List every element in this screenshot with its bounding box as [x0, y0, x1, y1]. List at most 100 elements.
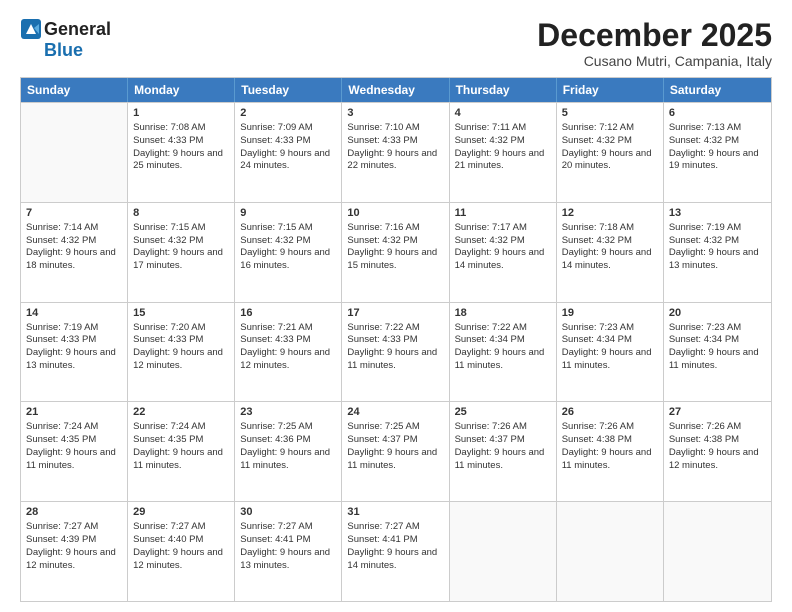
day-number: 2 [240, 106, 336, 121]
sunset: Sunset: 4:33 PM [26, 334, 122, 347]
daylight: Daylight: 9 hours and 12 minutes. [133, 547, 229, 573]
calendar-cell: 13Sunrise: 7:19 AMSunset: 4:32 PMDayligh… [664, 203, 771, 302]
daylight: Daylight: 9 hours and 11 minutes. [347, 347, 443, 373]
daylight: Daylight: 9 hours and 11 minutes. [240, 447, 336, 473]
sunrise: Sunrise: 7:26 AM [669, 421, 766, 434]
sunrise: Sunrise: 7:14 AM [26, 222, 122, 235]
sunset: Sunset: 4:35 PM [133, 434, 229, 447]
calendar-cell: 20Sunrise: 7:23 AMSunset: 4:34 PMDayligh… [664, 303, 771, 402]
calendar-row: 7Sunrise: 7:14 AMSunset: 4:32 PMDaylight… [21, 202, 771, 302]
daylight: Daylight: 9 hours and 25 minutes. [133, 148, 229, 174]
day-header: Wednesday [342, 78, 449, 102]
sunrise: Sunrise: 7:27 AM [133, 521, 229, 534]
sunrise: Sunrise: 7:22 AM [455, 322, 551, 335]
sunrise: Sunrise: 7:25 AM [240, 421, 336, 434]
daylight: Daylight: 9 hours and 11 minutes. [562, 347, 658, 373]
calendar-cell: 26Sunrise: 7:26 AMSunset: 4:38 PMDayligh… [557, 402, 664, 501]
sunrise: Sunrise: 7:11 AM [455, 122, 551, 135]
sunrise: Sunrise: 7:13 AM [669, 122, 766, 135]
sunset: Sunset: 4:32 PM [133, 235, 229, 248]
page: General Blue December 2025 Cusano Mutri,… [0, 0, 792, 612]
sunrise: Sunrise: 7:27 AM [26, 521, 122, 534]
month-title: December 2025 [537, 18, 772, 53]
sunrise: Sunrise: 7:27 AM [347, 521, 443, 534]
day-number: 18 [455, 306, 551, 321]
calendar-cell: 6Sunrise: 7:13 AMSunset: 4:32 PMDaylight… [664, 103, 771, 202]
day-number: 5 [562, 106, 658, 121]
calendar-cell: 11Sunrise: 7:17 AMSunset: 4:32 PMDayligh… [450, 203, 557, 302]
sunrise: Sunrise: 7:22 AM [347, 322, 443, 335]
calendar-header: SundayMondayTuesdayWednesdayThursdayFrid… [21, 78, 771, 102]
daylight: Daylight: 9 hours and 11 minutes. [455, 347, 551, 373]
calendar-cell: 3Sunrise: 7:10 AMSunset: 4:33 PMDaylight… [342, 103, 449, 202]
sunset: Sunset: 4:34 PM [562, 334, 658, 347]
daylight: Daylight: 9 hours and 11 minutes. [669, 347, 766, 373]
title-area: December 2025 Cusano Mutri, Campania, It… [537, 18, 772, 69]
day-number: 21 [26, 405, 122, 420]
calendar-cell: 5Sunrise: 7:12 AMSunset: 4:32 PMDaylight… [557, 103, 664, 202]
day-number: 23 [240, 405, 336, 420]
sunrise: Sunrise: 7:25 AM [347, 421, 443, 434]
calendar-cell: 25Sunrise: 7:26 AMSunset: 4:37 PMDayligh… [450, 402, 557, 501]
daylight: Daylight: 9 hours and 20 minutes. [562, 148, 658, 174]
daylight: Daylight: 9 hours and 18 minutes. [26, 247, 122, 273]
sunrise: Sunrise: 7:18 AM [562, 222, 658, 235]
sunset: Sunset: 4:38 PM [669, 434, 766, 447]
calendar: SundayMondayTuesdayWednesdayThursdayFrid… [20, 77, 772, 602]
sunset: Sunset: 4:39 PM [26, 534, 122, 547]
sunset: Sunset: 4:41 PM [240, 534, 336, 547]
daylight: Daylight: 9 hours and 21 minutes. [455, 148, 551, 174]
sunrise: Sunrise: 7:15 AM [133, 222, 229, 235]
sunrise: Sunrise: 7:19 AM [669, 222, 766, 235]
calendar-cell: 31Sunrise: 7:27 AMSunset: 4:41 PMDayligh… [342, 502, 449, 601]
sunset: Sunset: 4:33 PM [240, 135, 336, 148]
day-number: 25 [455, 405, 551, 420]
daylight: Daylight: 9 hours and 17 minutes. [133, 247, 229, 273]
sunrise: Sunrise: 7:26 AM [455, 421, 551, 434]
calendar-cell [450, 502, 557, 601]
logo-blue: Blue [44, 40, 83, 61]
day-number: 7 [26, 206, 122, 221]
calendar-cell: 14Sunrise: 7:19 AMSunset: 4:33 PMDayligh… [21, 303, 128, 402]
day-number: 15 [133, 306, 229, 321]
day-number: 20 [669, 306, 766, 321]
logo: General Blue [20, 18, 111, 61]
daylight: Daylight: 9 hours and 24 minutes. [240, 148, 336, 174]
daylight: Daylight: 9 hours and 12 minutes. [240, 347, 336, 373]
daylight: Daylight: 9 hours and 13 minutes. [240, 547, 336, 573]
daylight: Daylight: 9 hours and 13 minutes. [26, 347, 122, 373]
day-number: 19 [562, 306, 658, 321]
sunset: Sunset: 4:34 PM [455, 334, 551, 347]
sunrise: Sunrise: 7:26 AM [562, 421, 658, 434]
day-number: 1 [133, 106, 229, 121]
day-number: 13 [669, 206, 766, 221]
location: Cusano Mutri, Campania, Italy [537, 53, 772, 69]
daylight: Daylight: 9 hours and 11 minutes. [562, 447, 658, 473]
logo-general: General [44, 19, 111, 40]
calendar-row: 1Sunrise: 7:08 AMSunset: 4:33 PMDaylight… [21, 102, 771, 202]
day-number: 29 [133, 505, 229, 520]
sunrise: Sunrise: 7:24 AM [133, 421, 229, 434]
daylight: Daylight: 9 hours and 11 minutes. [347, 447, 443, 473]
day-number: 10 [347, 206, 443, 221]
daylight: Daylight: 9 hours and 11 minutes. [133, 447, 229, 473]
daylight: Daylight: 9 hours and 12 minutes. [133, 347, 229, 373]
sunset: Sunset: 4:32 PM [669, 235, 766, 248]
calendar-cell: 4Sunrise: 7:11 AMSunset: 4:32 PMDaylight… [450, 103, 557, 202]
sunset: Sunset: 4:38 PM [562, 434, 658, 447]
day-number: 30 [240, 505, 336, 520]
daylight: Daylight: 9 hours and 13 minutes. [669, 247, 766, 273]
sunset: Sunset: 4:32 PM [562, 135, 658, 148]
calendar-cell: 17Sunrise: 7:22 AMSunset: 4:33 PMDayligh… [342, 303, 449, 402]
day-number: 11 [455, 206, 551, 221]
sunset: Sunset: 4:33 PM [347, 135, 443, 148]
sunset: Sunset: 4:33 PM [133, 135, 229, 148]
day-number: 3 [347, 106, 443, 121]
day-header: Saturday [664, 78, 771, 102]
calendar-cell: 10Sunrise: 7:16 AMSunset: 4:32 PMDayligh… [342, 203, 449, 302]
sunrise: Sunrise: 7:17 AM [455, 222, 551, 235]
calendar-cell: 9Sunrise: 7:15 AMSunset: 4:32 PMDaylight… [235, 203, 342, 302]
sunset: Sunset: 4:40 PM [133, 534, 229, 547]
sunrise: Sunrise: 7:19 AM [26, 322, 122, 335]
day-number: 4 [455, 106, 551, 121]
